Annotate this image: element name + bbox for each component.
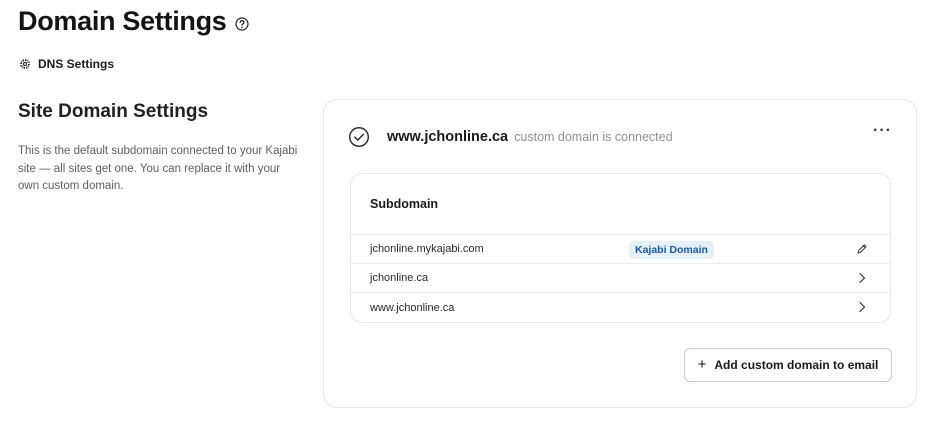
question-circle-icon[interactable] bbox=[234, 16, 249, 31]
page-title-text: Domain Settings bbox=[18, 6, 227, 36]
more-options-icon[interactable]: ··· bbox=[873, 123, 892, 139]
add-custom-domain-to-email-button[interactable]: + Add custom domain to email bbox=[684, 348, 892, 382]
domain-status-text: custom domain is connected bbox=[514, 130, 673, 144]
row-domain: www.jchonline.ca bbox=[370, 301, 455, 314]
row-domain: jchonline.ca bbox=[370, 272, 429, 284]
row-domain: jchonline.mykajabi.com bbox=[370, 243, 484, 255]
table-row[interactable]: jchonline.ca bbox=[351, 264, 890, 293]
subdomain-table: Subdomain jchonline.mykajabi.com Kajabi … bbox=[350, 173, 891, 323]
gear-icon bbox=[19, 58, 31, 70]
table-row[interactable]: jchonline.mykajabi.com Kajabi Domain bbox=[351, 235, 890, 264]
check-circle-icon bbox=[348, 126, 370, 148]
add-button-label: Add custom domain to email bbox=[714, 358, 879, 372]
pencil-icon[interactable] bbox=[856, 243, 868, 255]
dns-settings-label: DNS Settings bbox=[38, 57, 115, 71]
chevron-right-icon[interactable] bbox=[856, 301, 868, 313]
connected-domain-name: www.jchonline.ca bbox=[387, 129, 509, 145]
table-row[interactable]: www.jchonline.ca bbox=[351, 293, 890, 322]
section-description: This is the default subdomain connected … bbox=[18, 145, 298, 192]
subdomain-table-header: Subdomain bbox=[351, 174, 890, 235]
kajabi-domain-badge: Kajabi Domain bbox=[629, 241, 714, 259]
dns-settings-link[interactable]: DNS Settings bbox=[19, 57, 114, 71]
section-title: Site Domain Settings bbox=[18, 101, 209, 122]
plus-icon: + bbox=[697, 356, 707, 373]
domain-card: www.jchonline.ca custom domain is connec… bbox=[323, 99, 917, 408]
page-title: Domain Settings bbox=[18, 6, 249, 37]
chevron-right-icon[interactable] bbox=[856, 272, 868, 284]
domain-header: www.jchonline.ca custom domain is connec… bbox=[348, 126, 673, 148]
